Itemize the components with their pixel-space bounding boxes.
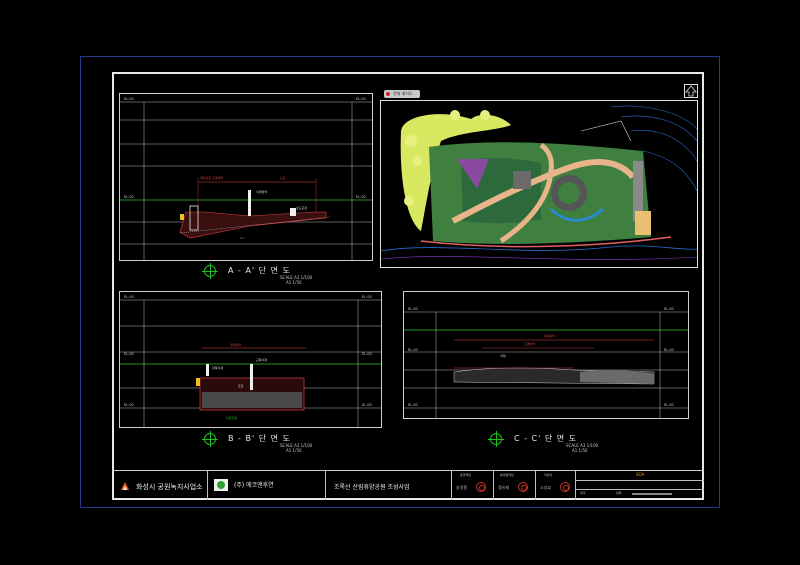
cc-dim-2: 조경영역 — [524, 342, 536, 346]
section-bb-scale-2: A1 1/50 — [286, 448, 302, 453]
approval-label-2: 분야별책임 — [500, 473, 514, 477]
approval-label-3: 작성자 — [544, 473, 553, 477]
approval-cell-1: 총괄책임 송경철 — [452, 471, 494, 500]
section-bb-drawing — [120, 299, 381, 427]
approval-name-1: 송경철 — [456, 485, 468, 490]
aa-note-2: 보도포장 — [296, 206, 308, 210]
approval-seal-2 — [518, 482, 528, 492]
title-block-designer-cell: (주) 에코앤후연 — [208, 471, 326, 500]
site-plan-tag: 전체 배치도 — [384, 90, 420, 98]
bb-level-top-right: EL.00 — [362, 295, 372, 299]
north-arrow-icon — [684, 84, 698, 98]
info-divider-1 — [576, 480, 704, 481]
bb-dim: 계획영역 — [230, 343, 242, 347]
aa-level-top-right: EL.00 — [356, 97, 366, 101]
cc-level-mid-right: EL.00 — [664, 348, 674, 352]
section-cc-scale-2: A1 1/50 — [572, 448, 588, 453]
approval-cell-2: 분야별책임 정유재 — [494, 471, 536, 500]
approval-seal-3 — [560, 482, 570, 492]
designer-name: (주) 에코앤후연 — [234, 482, 274, 489]
date-label: 날짜 — [616, 491, 622, 495]
aa-ground-label: G.L — [240, 236, 245, 240]
approval-name-3: 소성효 — [540, 485, 552, 490]
drawing-number: SOA — [636, 472, 645, 477]
aa-level-top: EL.00 — [124, 97, 134, 101]
aa-level-mid-right: EL.00 — [356, 195, 366, 199]
north-arrow-glyph — [685, 85, 697, 97]
cc-level-bottom-right: EL.00 — [664, 403, 674, 407]
cc-level-mid: EL.00 — [408, 348, 418, 352]
site-plan-drawing — [381, 101, 697, 267]
approval-label-1: 총괄책임 — [460, 473, 472, 477]
cc-level-top-right: EL.00 — [664, 307, 674, 311]
section-bb-marker — [202, 431, 218, 447]
title-block-client-cell: 화성시 공원녹지사업소 — [112, 471, 208, 500]
section-cc-drawing — [404, 311, 688, 418]
bb-note-3: 포장 — [238, 384, 244, 388]
aa-level-mid: EL.00 — [124, 195, 134, 199]
site-plan-tag-label: 전체 배치도 — [393, 91, 413, 96]
section-aa-drawing — [120, 101, 372, 260]
cc-note: 식재 — [500, 354, 506, 358]
section-aa-marker — [202, 263, 218, 279]
info-divider-2 — [576, 489, 704, 490]
title-block-project-cell: 조록산 산림휴양공원 조성사업 — [326, 471, 452, 500]
section-aa-scale-2: A1 1/50 — [286, 280, 302, 285]
client-name: 화성시 공원녹지사업소 — [136, 483, 203, 491]
cc-level-top: EL.00 — [408, 307, 418, 311]
project-name: 조록산 산림휴양공원 조성사업 — [334, 484, 410, 491]
aa-note-1: 식재영역 — [256, 190, 268, 194]
title-block-info-cell: SOA 축척 날짜 — [576, 471, 704, 500]
bb-ground-label: 지반조성 — [226, 416, 238, 420]
site-plan-panel[interactable] — [380, 100, 698, 268]
cc-dim-1: 계획영역 — [544, 334, 556, 338]
title-block: 화성시 공원녹지사업소 (주) 에코앤후연 조록산 산림휴양공원 조성사업 총괄… — [112, 470, 704, 500]
approval-cell-3: 작성자 소성효 — [536, 471, 576, 500]
info-bar — [632, 493, 672, 495]
section-bb-panel[interactable]: EL.00 EL.00 EL.00 EL.00 EL.00 EL.00 계획영역… — [119, 291, 382, 428]
approval-name-2: 정유재 — [498, 485, 510, 490]
section-aa-panel[interactable]: EL.00 EL.00 EL.00 EL.00 계획포장 조경영역 도로 식재영… — [119, 93, 373, 261]
designer-logo-icon — [214, 479, 228, 491]
aa-dim-right: 도로 — [280, 176, 286, 180]
bb-level-mid: EL.00 — [124, 352, 134, 356]
cc-level-bottom: EL.00 — [408, 403, 418, 407]
section-cc-marker — [488, 431, 504, 447]
bb-note-2: 교목식재 — [256, 358, 268, 362]
bb-level-low: EL.00 — [124, 403, 134, 407]
bb-level-low-right: EL.00 — [362, 403, 372, 407]
aa-dim-left: 계획포장 조경영역 — [200, 176, 224, 180]
section-cc-panel[interactable]: EL.00 EL.00 EL.00 EL.00 EL.00 EL.00 계획영역… — [403, 291, 689, 419]
site-plan-tag-dot — [386, 92, 390, 96]
bb-level-top: EL.00 — [124, 295, 134, 299]
bb-level-mid-right: EL.00 — [362, 352, 372, 356]
approval-seal-1 — [476, 482, 486, 492]
client-logo-icon — [121, 482, 129, 490]
scale-label: 축척 — [580, 491, 586, 495]
bb-note-1: 관목식재 — [212, 366, 224, 370]
